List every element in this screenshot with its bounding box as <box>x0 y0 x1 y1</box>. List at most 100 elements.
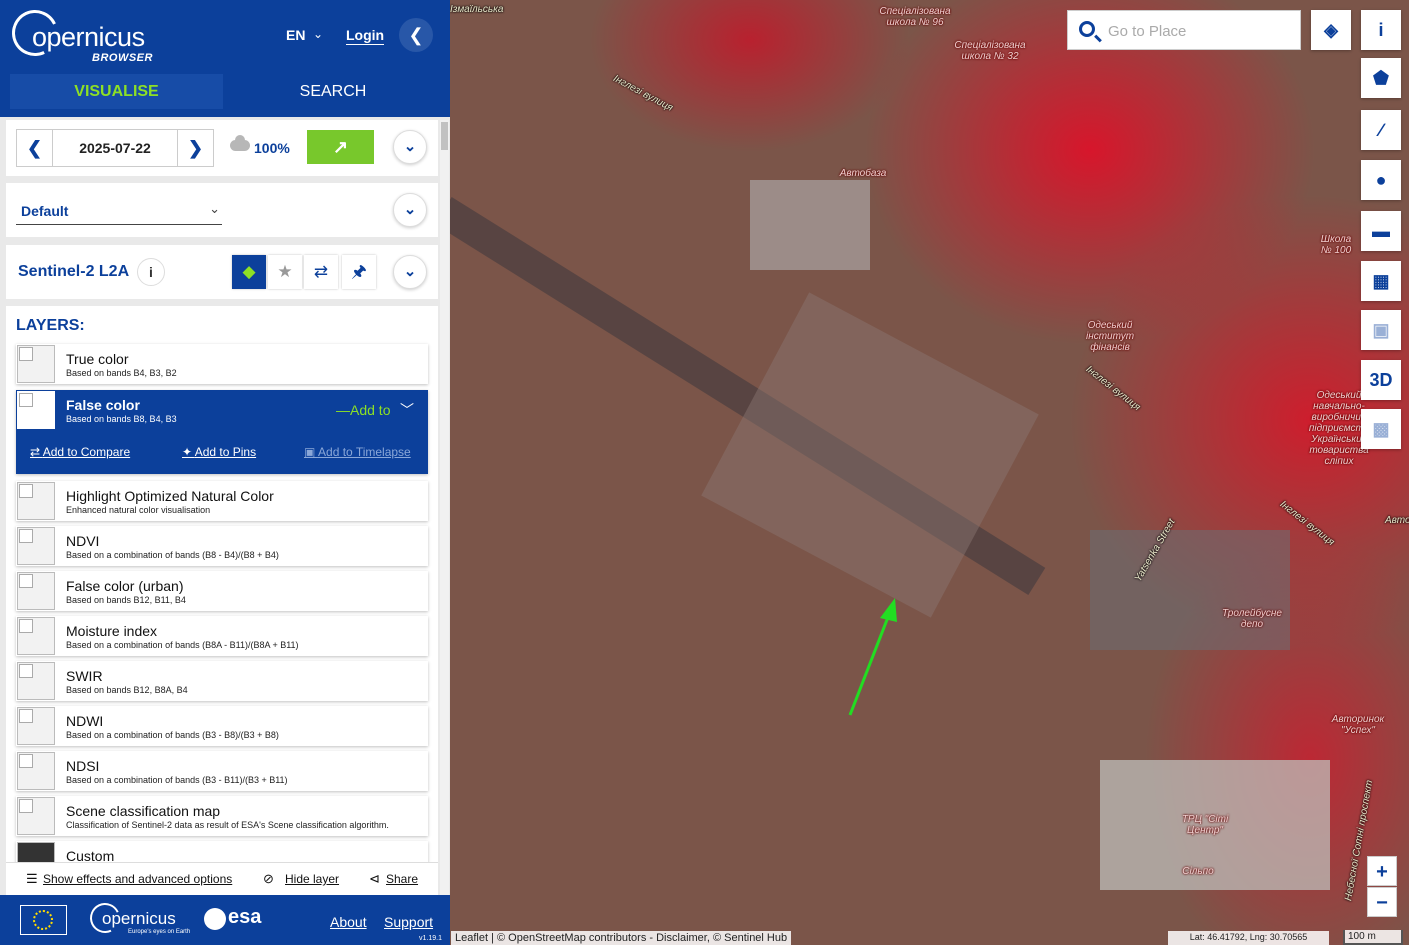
layer-title: SWIR <box>66 668 103 684</box>
layers-button[interactable]: ◆ <box>232 255 266 289</box>
layer-title: Scene classification map <box>66 803 221 819</box>
chevron-left-icon: ❮ <box>26 138 43 158</box>
statistics-button[interactable]: ▩ <box>1361 409 1401 449</box>
copernicus-footer-logo: opernicus <box>102 909 176 928</box>
layer-item[interactable]: NDSI Based on a combination of bands (B3… <box>16 751 428 791</box>
layers-icon: ◆ <box>242 262 256 281</box>
place-marker-button[interactable]: ● <box>1361 160 1401 200</box>
add-to-compare-link[interactable]: ⇄ Add to Compare <box>30 445 130 459</box>
layer-item[interactable]: Scene classification map Classification … <box>16 796 428 836</box>
login-link[interactable]: Login <box>346 27 385 45</box>
draw-area-button[interactable]: ⬟ <box>1361 58 1401 98</box>
layer-thumbnail <box>17 797 55 835</box>
3d-view-button[interactable]: 3D <box>1361 360 1401 400</box>
chevron-down-icon[interactable]: ⌄ <box>313 27 323 41</box>
next-date-button[interactable]: ❯ <box>177 130 213 166</box>
layers-toggle-button[interactable]: ◈ <box>1311 10 1351 50</box>
expand-date-options-button[interactable]: ⌄ <box>393 130 427 164</box>
expand-dataset-button[interactable]: ⌄ <box>393 255 427 289</box>
dataset-name: Sentinel-2 L2A <box>18 263 130 280</box>
layer-description: Classification of Sentinel-2 data as res… <box>66 820 389 830</box>
film-icon: ▣ <box>304 445 319 459</box>
info-icon[interactable]: i <box>137 258 165 286</box>
layer-title: True color <box>66 351 129 367</box>
draw-line-button[interactable]: ∕ <box>1361 110 1401 150</box>
add-to-timelapse-link[interactable]: ▣ Add to Timelapse <box>304 445 411 459</box>
about-link[interactable]: About <box>330 914 367 930</box>
arrow-head <box>880 598 897 622</box>
layer-description: Based on a combination of bands (B8A - B… <box>66 640 299 650</box>
go-to-place-search[interactable]: Go to Place <box>1067 10 1301 50</box>
esa-logo: esa <box>228 906 262 928</box>
date-input[interactable]: 2025-07-22 <box>53 130 177 166</box>
layer-item[interactable]: NDVI Based on a combination of bands (B8… <box>16 526 428 566</box>
logo-subtitle: BROWSER <box>92 52 153 64</box>
tab-visualise[interactable]: VISUALISE <box>10 74 223 109</box>
date-panel: ❮ 2025-07-22 ❯ 100% ↗ ⌄ <box>6 120 438 176</box>
layer-title: Moisture index <box>66 623 158 639</box>
compare-button[interactable]: ⇄ <box>304 255 338 289</box>
layer-item[interactable]: True color Based on bands B4, B3, B2 <box>16 344 428 384</box>
show-effects-link[interactable]: Show effects and advanced options <box>43 872 232 886</box>
arrow-shaft <box>848 611 892 716</box>
layer-title: NDSI <box>66 758 100 774</box>
eu-stars-icon <box>33 910 53 930</box>
layer-item[interactable]: Highlight Optimized Natural Color Enhanc… <box>16 481 428 521</box>
chevron-down-icon: ⌄ <box>403 201 417 218</box>
sidebar-scrollbar[interactable] <box>440 120 449 895</box>
download-image-button[interactable]: ▦ <box>1361 261 1401 301</box>
layer-item-selected[interactable]: False color Based on bands B8, B4, B3 —A… <box>16 390 428 474</box>
pentagon-icon: ⬟ <box>1373 68 1389 88</box>
layer-description: Based on a combination of bands (B3 - B1… <box>66 775 288 785</box>
layer-item[interactable]: False color (urban) Based on bands B12, … <box>16 571 428 611</box>
esa-logo-icon <box>204 908 226 930</box>
measure-button[interactable]: ▬ <box>1361 211 1401 251</box>
collapse-sidebar-button[interactable]: ❮ <box>399 18 433 52</box>
layer-thumbnail <box>17 617 55 655</box>
language-selector[interactable]: EN <box>286 27 305 43</box>
layer-title: NDWI <box>66 713 104 729</box>
scrollbar-thumb[interactable] <box>441 122 448 150</box>
layer-description: Based on a combination of bands (B3 - B8… <box>66 730 279 740</box>
search-input[interactable]: Go to Place <box>1108 23 1186 40</box>
layer-item[interactable]: SWIR Based on bands B12, B8A, B4 <box>16 661 428 701</box>
copernicus-browser-logo[interactable]: opernicus BROWSER <box>5 3 172 66</box>
satellite-map[interactable]: Інглезі вулиця Інглезі вулиця Інглезі ву… <box>450 0 1409 945</box>
annotation-arrow <box>848 598 897 716</box>
support-link[interactable]: Support <box>384 914 433 930</box>
zoom-in-button[interactable]: + <box>1367 856 1397 886</box>
map-pin-icon: ● <box>1375 170 1387 190</box>
info-button[interactable]: i <box>1361 10 1401 50</box>
layer-item[interactable]: NDWI Based on a combination of bands (B3… <box>16 706 428 746</box>
favorite-button[interactable]: ★ <box>268 255 302 289</box>
zoom-out-button[interactable]: − <box>1367 887 1397 917</box>
3d-label: 3D <box>1369 370 1393 390</box>
hide-layer-link[interactable]: Hide layer <box>285 872 339 886</box>
ruler-icon: ▬ <box>1372 221 1390 241</box>
add-to-pins-link[interactable]: ✦ Add to Pins <box>182 445 256 459</box>
chevron-left-icon: ❮ <box>408 25 424 45</box>
theme-select[interactable]: Default ⌄ <box>16 197 222 225</box>
layer-description: Based on a combination of bands (B8 - B4… <box>66 550 279 560</box>
share-link[interactable]: Share <box>386 872 418 886</box>
map-attribution[interactable]: Leaflet | © OpenStreetMap contributors -… <box>451 931 792 945</box>
layer-description: Based on bands B8, B4, B3 <box>66 414 177 424</box>
layer-title: Highlight Optimized Natural Color <box>66 488 274 504</box>
map-scale-bar: 100 m <box>1343 930 1403 945</box>
previous-date-button[interactable]: ❮ <box>17 130 53 166</box>
pin-button[interactable]: 🖈 <box>342 255 376 289</box>
layer-thumbnail <box>17 662 55 700</box>
expand-theme-button[interactable]: ⌄ <box>393 193 427 227</box>
double-chevron-down-icon[interactable]: ﹀ <box>400 400 414 420</box>
layer-description: Based on bands B12, B8A, B4 <box>66 685 188 695</box>
timelapse-button[interactable]: ▣ <box>1361 310 1401 350</box>
layer-item[interactable]: Moisture index Based on a combination of… <box>16 616 428 656</box>
logo-text: opernicus <box>32 22 145 52</box>
layer-description: Enhanced natural color visualisation <box>66 505 211 515</box>
tab-search[interactable]: SEARCH <box>223 74 443 109</box>
search-date-button[interactable]: ↗ <box>307 130 374 164</box>
cloud-coverage-value[interactable]: 100% <box>254 140 290 156</box>
bar-chart-icon: ▩ <box>1372 419 1390 439</box>
add-to-button[interactable]: —Add to <box>336 402 390 418</box>
pin-icon: ✦ <box>182 445 195 459</box>
